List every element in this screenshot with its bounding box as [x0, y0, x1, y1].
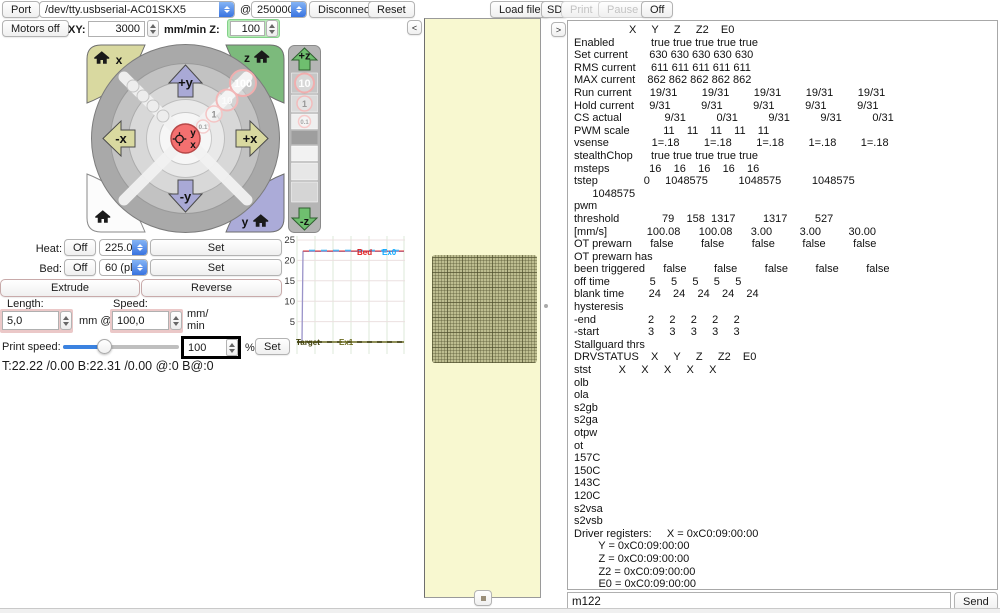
extrude-unit-label-line1: mm/ [187, 308, 208, 320]
legend-target: Target [296, 338, 320, 347]
z-center-band[interactable] [292, 131, 318, 144]
ytick-10: 10 [284, 297, 295, 308]
xy-feedrate-input[interactable] [88, 21, 145, 37]
legend-ex0: Ex0 [382, 248, 397, 257]
sash-handle[interactable] [544, 304, 548, 308]
z-step-10-label: 10 [298, 78, 310, 90]
center-x-label: x [190, 140, 196, 151]
viewer-zoom-icon [481, 596, 486, 601]
jog-plus-y-label: +y [178, 75, 194, 90]
port-button[interactable]: Port [2, 1, 40, 18]
bed-off-button[interactable]: Off [64, 259, 96, 276]
ytick-5: 5 [290, 317, 295, 328]
port-select[interactable]: /dev/tty.usbserial-AC01SKX5 [39, 1, 235, 18]
z-step-cell-down-2[interactable] [292, 163, 318, 180]
z-minus-label: -z [300, 216, 310, 228]
extrude-button[interactable]: Extrude [0, 279, 140, 297]
xy-feedrate-stepper[interactable] [147, 20, 159, 37]
bed-temp-select[interactable]: 60 (pla) [99, 259, 148, 276]
z-plus-label: +z [299, 51, 311, 63]
print-speed-slider-thumb[interactable] [97, 339, 112, 354]
console-log-text: X Y Z Z2 E0 Enabled true true true true … [568, 21, 997, 590]
bed-label: Bed: [28, 263, 62, 275]
jog-minus-x-label: -x [115, 131, 127, 146]
motors-off-button[interactable]: Motors off [2, 20, 69, 37]
expand-right-panel-button[interactable]: > [551, 22, 566, 37]
xy-feedrate-label: XY: [68, 24, 86, 36]
z-jog-column: +z 10 1 0.1 -z [288, 45, 321, 233]
z-feedrate-stepper[interactable] [266, 20, 278, 37]
extrude-unit-label-line2: min [187, 320, 205, 332]
ytick-20: 20 [284, 256, 295, 267]
pronterface-window: { "toolbar": { "port_label": "Port", "po… [0, 0, 1000, 613]
print-bed-grid [432, 255, 537, 363]
length-stepper[interactable] [60, 311, 72, 330]
jog-dial: x z y +y -y -x +x 100 10 1 0.1 y x [85, 43, 287, 235]
chevron-up-down-icon [132, 240, 147, 255]
z-step-cell-down-3[interactable] [292, 182, 318, 202]
print-speed-input[interactable]: 100 [184, 342, 226, 354]
viewer-zoom-button[interactable] [474, 590, 492, 606]
z-feedrate-input[interactable] [230, 21, 265, 36]
print-speed-focus-box: 100 [181, 336, 241, 359]
legend-bed: Bed [357, 248, 372, 257]
collapse-left-panel-button[interactable]: < [407, 20, 422, 35]
chevron-up-down-icon [132, 260, 147, 275]
reverse-button[interactable]: Reverse [141, 279, 282, 297]
temperature-graph: 25 20 15 10 5 Bed Ex0 Target Ex1 [283, 234, 407, 358]
extrude-speed-stepper[interactable] [170, 311, 182, 330]
off-button[interactable]: Off [641, 1, 673, 18]
center-y-label: y [190, 128, 196, 139]
chevron-up-down-icon [219, 2, 234, 17]
z-step-1-label: 1 [302, 99, 307, 109]
mm-at-label: mm @ [79, 315, 112, 327]
window-bottom-edge [0, 608, 1000, 613]
bed-set-button[interactable]: Set [150, 259, 282, 276]
baud-select[interactable]: 250000 [251, 1, 307, 18]
port-select-value: /dev/tty.usbserial-AC01SKX5 [40, 4, 219, 16]
heat-temp-value: 225.0 (u [100, 242, 132, 254]
print-speed-label: Print speed: [2, 341, 61, 353]
home-x-label: x [116, 53, 123, 67]
ytick-25: 25 [284, 235, 295, 246]
jog-minus-y-label: -y [180, 189, 192, 204]
ytick-15: 15 [284, 276, 295, 287]
length-input[interactable] [2, 311, 59, 330]
z-feedrate-label: mm/min Z: [164, 24, 220, 36]
jog-plus-x-label: +x [243, 131, 259, 146]
jog-step-10-label: 10 [221, 96, 233, 107]
gcode-viewer-canvas[interactable] [424, 18, 541, 598]
pause-button[interactable]: Pause [598, 1, 647, 18]
jog-step-1-label: 1 [211, 110, 216, 120]
z-step-0-1-label: 0.1 [300, 120, 309, 126]
legend-ex1: Ex1 [339, 338, 354, 347]
home-z-label: z [244, 51, 250, 65]
home-y-label: y [242, 215, 249, 229]
heat-label: Heat: [28, 243, 62, 255]
jog-step-100-label: 100 [234, 78, 252, 90]
reset-button[interactable]: Reset [368, 1, 415, 18]
bed-temp-value: 60 (pla) [100, 262, 132, 274]
baud-select-value: 250000 [252, 4, 291, 16]
percent-label: % [245, 342, 255, 354]
heat-set-button[interactable]: Set [150, 239, 282, 256]
print-speed-stepper[interactable] [226, 339, 238, 356]
extrude-speed-input[interactable] [112, 311, 169, 330]
jog-step-0-1-label: 0.1 [198, 124, 207, 131]
temperature-status-line: T:22.22 /0.00 B:22.31 /0.00 @:0 B@:0 [2, 359, 214, 373]
heat-temp-select[interactable]: 225.0 (u [99, 239, 148, 256]
heat-off-button[interactable]: Off [64, 239, 96, 256]
console-log-area[interactable]: X Y Z Z2 E0 Enabled true true true true … [567, 20, 998, 590]
at-label: @ [240, 4, 251, 16]
print-button[interactable]: Print [561, 1, 602, 18]
z-step-cell-down-1[interactable] [292, 146, 318, 161]
chevron-up-down-icon [291, 2, 306, 17]
